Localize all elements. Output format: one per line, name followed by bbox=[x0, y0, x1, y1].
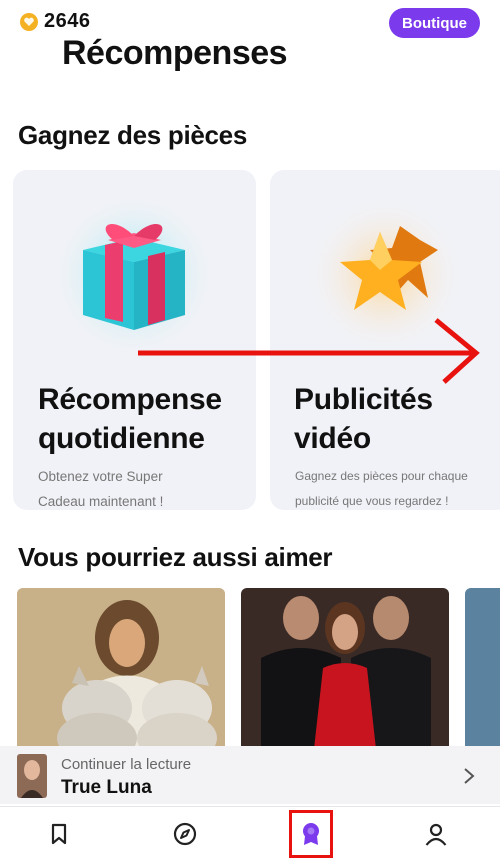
recommend-section-title: Vous pourriez aussi aimer bbox=[18, 542, 333, 572]
coin-balance: 2646 bbox=[44, 10, 91, 32]
coin-icon bbox=[20, 13, 38, 31]
earn-section-title: Gagnez des pièces bbox=[18, 120, 248, 150]
book-cover-red-dress[interactable] bbox=[241, 588, 449, 748]
continue-reading-title: True Luna bbox=[61, 777, 152, 798]
rewards-tab-highlight-annotation bbox=[289, 810, 333, 858]
video-ads-card[interactable]: Publicités vidéo Gagnez des pièces pour … bbox=[270, 170, 500, 510]
bookmark-icon[interactable] bbox=[46, 821, 72, 847]
profile-icon[interactable] bbox=[423, 821, 449, 847]
daily-reward-card[interactable]: Récompense quotidienne Obtenez votre Sup… bbox=[13, 170, 256, 510]
daily-reward-title: Récompense quotidienne bbox=[38, 383, 222, 455]
continue-reading-label: Continuer la lecture bbox=[61, 756, 192, 773]
continue-reading-cover bbox=[17, 754, 47, 798]
chevron-right-icon bbox=[464, 768, 475, 784]
daily-reward-description: Obtenez votre Super Cadeau maintenant ! bbox=[38, 469, 164, 509]
video-ads-title: Publicités vidéo bbox=[294, 383, 433, 455]
star-icon bbox=[305, 195, 465, 355]
book-cover-partial[interactable] bbox=[465, 588, 500, 748]
continue-reading-bar[interactable]: Continuer la lecture True Luna bbox=[0, 746, 500, 804]
video-ads-description: Gagnez des pièces pour chaque publicité … bbox=[295, 469, 468, 508]
gift-icon bbox=[49, 190, 219, 360]
compass-icon[interactable] bbox=[172, 821, 198, 847]
book-cover-wolves[interactable] bbox=[17, 588, 225, 748]
recommended-books bbox=[0, 588, 500, 748]
page-title: Récompenses bbox=[62, 34, 288, 72]
bottom-nav bbox=[0, 806, 500, 860]
shop-button[interactable]: Boutique bbox=[389, 8, 480, 38]
